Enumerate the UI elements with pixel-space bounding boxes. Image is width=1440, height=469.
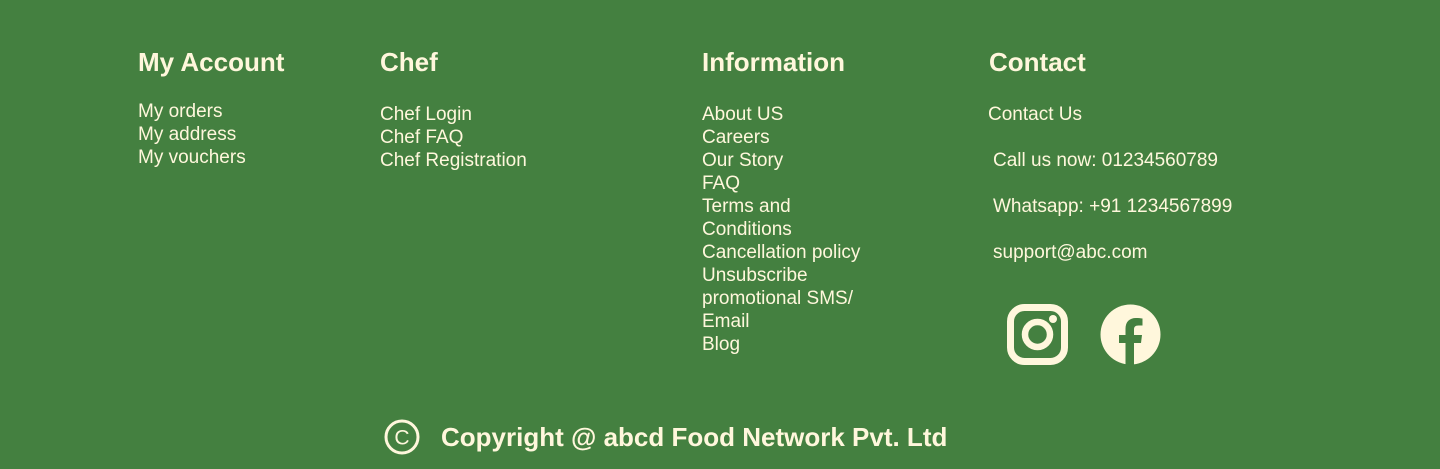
chef-login-link[interactable]: Chef Login bbox=[380, 103, 600, 126]
information-heading: Information bbox=[702, 47, 845, 77]
copyright-icon: C bbox=[384, 419, 420, 455]
chef-links: Chef Login Chef FAQ Chef Registration bbox=[380, 103, 600, 172]
information-links: About US Careers Our Story FAQ Terms and… bbox=[702, 103, 877, 356]
instagram-icon[interactable] bbox=[1007, 304, 1068, 365]
phone-text: Call us now: 01234560789 bbox=[993, 150, 1219, 171]
svg-text:C: C bbox=[394, 427, 409, 450]
my-account-heading: My Account bbox=[138, 47, 285, 77]
chef-heading: Chef bbox=[380, 47, 438, 77]
cancellation-policy-link[interactable]: Cancellation policy bbox=[702, 241, 877, 264]
contact-heading: Contact bbox=[989, 47, 1086, 77]
whatsapp-text: Whatsapp: +91 1234567899 bbox=[993, 196, 1233, 217]
about-us-link[interactable]: About US bbox=[702, 103, 877, 126]
unsubscribe-link[interactable]: Unsubscribe promotional SMS/ Email bbox=[702, 264, 877, 333]
email-link[interactable]: support@abc.com bbox=[993, 241, 1147, 264]
my-account-links: My orders My address My vouchers bbox=[138, 100, 318, 169]
copyright-text: Copyright @ abcd Food Network Pvt. Ltd bbox=[441, 421, 948, 452]
my-address-link[interactable]: My address bbox=[138, 123, 318, 146]
facebook-icon[interactable] bbox=[1100, 304, 1161, 365]
blog-link[interactable]: Blog bbox=[702, 333, 877, 356]
terms-link[interactable]: Terms and Conditions bbox=[702, 195, 877, 241]
my-orders-link[interactable]: My orders bbox=[138, 100, 318, 123]
chef-registration-link[interactable]: Chef Registration bbox=[380, 149, 600, 172]
careers-link[interactable]: Careers bbox=[702, 126, 877, 149]
contact-us-link[interactable]: Contact Us bbox=[988, 103, 1082, 126]
our-story-link[interactable]: Our Story bbox=[702, 149, 877, 172]
faq-link[interactable]: FAQ bbox=[702, 172, 877, 195]
my-vouchers-link[interactable]: My vouchers bbox=[138, 146, 318, 169]
chef-faq-link[interactable]: Chef FAQ bbox=[380, 126, 600, 149]
copyright-bar: C Copyright @ abcd Food Network Pvt. Ltd bbox=[384, 419, 947, 455]
